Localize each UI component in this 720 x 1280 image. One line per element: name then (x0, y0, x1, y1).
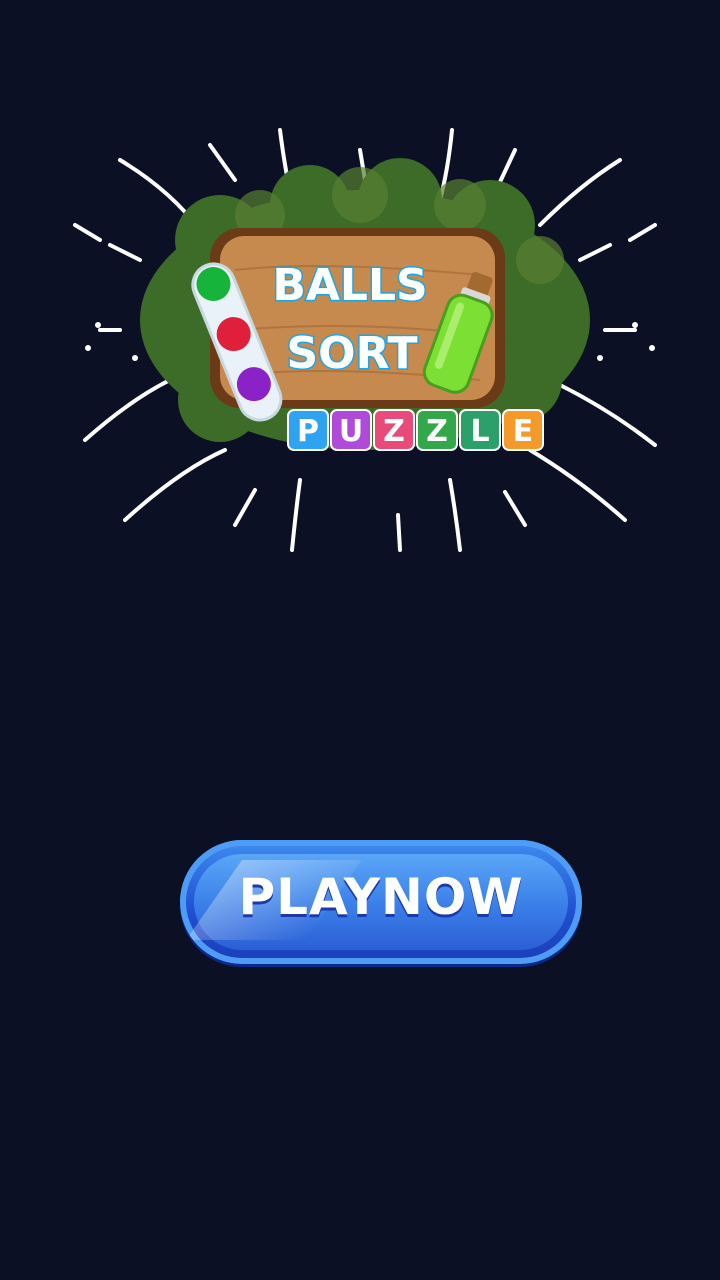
play-now-button[interactable]: PLAYNOW (180, 840, 582, 964)
puzzle-tile-letter: P (297, 414, 319, 449)
puzzle-tile: U (330, 409, 372, 451)
puzzle-tile-letter: E (513, 414, 534, 449)
puzzle-tile: Z (373, 409, 415, 451)
puzzle-tile: L (459, 409, 501, 451)
game-screen: BALLS SORT PUZZLE PLAYNOW (0, 0, 720, 1280)
play-button-label: PLAYNOW (238, 868, 524, 926)
logo-title-line2: SORT (286, 328, 417, 379)
puzzle-tile-letter: U (339, 414, 363, 449)
puzzle-tile-letter: Z (383, 414, 405, 449)
logo-art: BALLS SORT PUZZLE (73, 128, 657, 552)
puzzle-tile-letter: L (470, 414, 489, 449)
puzzle-tile: E (502, 409, 544, 451)
puzzle-tile: Z (416, 409, 458, 451)
game-logo: BALLS SORT PUZZLE (60, 120, 670, 560)
puzzle-tile: P (287, 409, 329, 451)
puzzle-tile-letter: Z (426, 414, 448, 449)
logo-title-line1: BALLS (272, 260, 427, 311)
